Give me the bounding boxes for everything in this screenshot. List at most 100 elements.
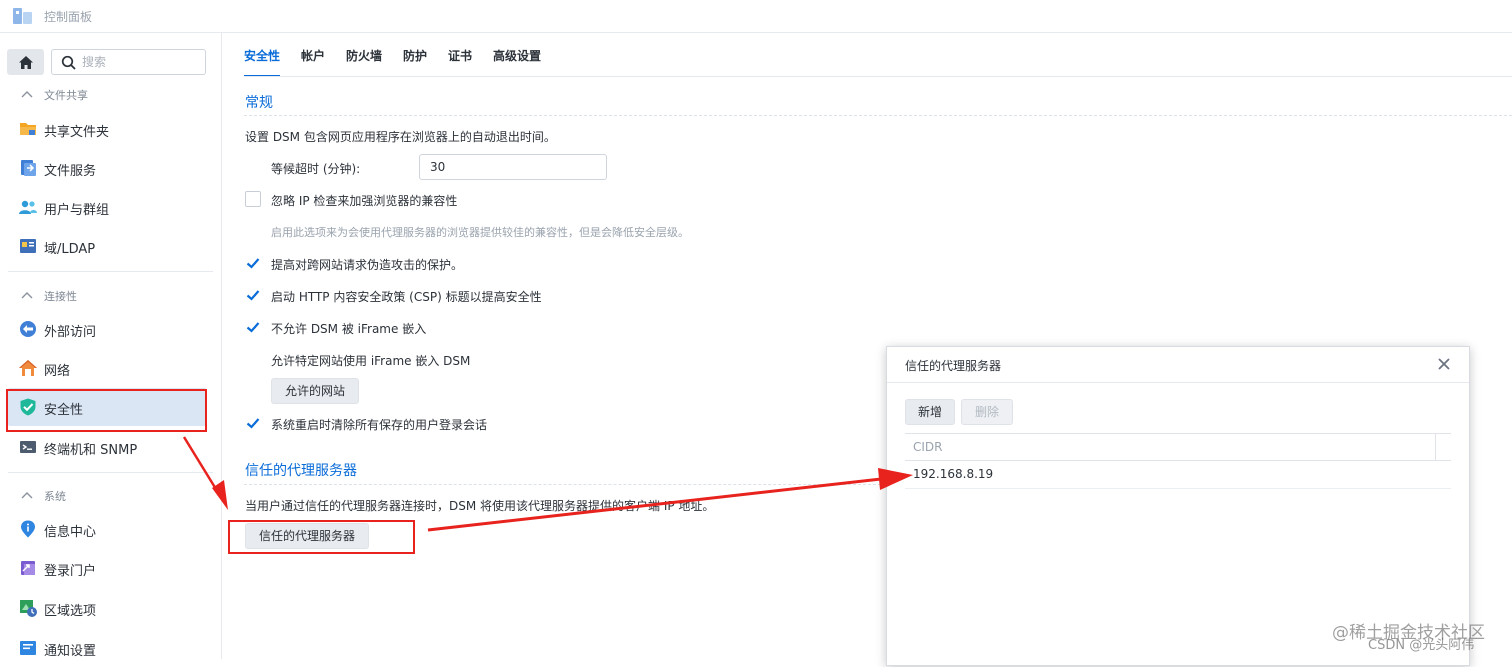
search-icon xyxy=(61,55,76,70)
tab-advanced[interactable]: 高级设置 xyxy=(493,47,541,77)
sidebar-item-label: 安全性 xyxy=(44,403,84,418)
network-home-icon xyxy=(19,360,37,376)
cidr-column-header[interactable]: CIDR xyxy=(905,433,1451,461)
trusted-proxy-button[interactable]: 信任的代理服务器 xyxy=(245,523,369,549)
tab-security[interactable]: 安全性 xyxy=(244,47,280,77)
column-separator xyxy=(1435,434,1436,460)
close-icon[interactable] xyxy=(1437,357,1451,371)
iframe-label: 不允许 DSM 被 iFrame 嵌入 xyxy=(271,322,427,336)
section-title-trusted-proxy: 信任的代理服务器 xyxy=(245,463,357,479)
checkmark-icon xyxy=(246,258,260,269)
dialog-header-divider xyxy=(887,382,1469,383)
sidebar: 文件共享 共享文件夹 文件服务 用户与群组 域/LDAP 连接性 外部访问 xyxy=(0,33,222,659)
sidebar-item-label: 共享文件夹 xyxy=(44,125,110,140)
nav-divider xyxy=(8,271,213,272)
login-portal-icon xyxy=(21,561,35,575)
notification-icon xyxy=(20,641,36,655)
nav-divider xyxy=(8,472,213,473)
ignore-ip-hint: 启用此选项来为会使用代理服务器的浏览器提供较佳的兼容性，但是会降低安全层级。 xyxy=(271,226,689,239)
window-titlebar: 控制面板 xyxy=(0,0,1512,33)
clear-sessions-label: 系统重启时清除所有保存的用户登录会话 xyxy=(271,418,488,432)
chevron-up-icon xyxy=(21,492,33,499)
file-services-icon xyxy=(21,160,36,176)
sidebar-item-shared-folder[interactable]: 共享文件夹 xyxy=(8,110,206,148)
control-panel-icon xyxy=(13,8,32,24)
dialog-title: 信任的代理服务器 xyxy=(905,359,1002,373)
chevron-up-icon xyxy=(21,91,33,98)
tab-firewall[interactable]: 防火墙 xyxy=(346,47,382,77)
ignore-ip-label: 忽略 IP 检查来加强浏览器的兼容性 xyxy=(271,194,458,208)
section-divider xyxy=(244,115,1512,116)
checkmark-icon xyxy=(246,290,260,301)
window-title: 控制面板 xyxy=(44,10,93,24)
sidebar-item-info-center[interactable]: 信息中心 xyxy=(8,510,206,548)
csrf-checkbox[interactable] xyxy=(245,255,261,271)
sidebar-item-domain-ldap[interactable]: 域/LDAP xyxy=(8,227,206,265)
tab-account[interactable]: 帐户 xyxy=(301,47,325,77)
csp-checkbox[interactable] xyxy=(245,287,261,303)
sidebar-item-label: 信息中心 xyxy=(44,525,97,540)
checkmark-icon xyxy=(246,418,260,429)
csp-label: 启动 HTTP 内容安全政策 (CSP) 标题以提高安全性 xyxy=(271,290,542,304)
nav-group-label: 系统 xyxy=(44,490,66,503)
home-button[interactable] xyxy=(7,49,44,75)
external-access-icon xyxy=(20,321,36,337)
sidebar-item-external-access[interactable]: 外部访问 xyxy=(8,310,206,348)
sidebar-item-regional-options[interactable]: 区域选项 xyxy=(8,589,206,627)
home-icon xyxy=(18,55,33,69)
clear-sessions-checkbox[interactable] xyxy=(245,415,261,431)
sidebar-item-notification[interactable]: 通知设置 xyxy=(8,629,206,667)
section-title-general: 常规 xyxy=(245,95,273,111)
trusted-proxy-description: 当用户通过信任的代理服务器连接时，DSM 将使用该代理服务器提供的客户端 IP … xyxy=(245,499,715,513)
tab-protection[interactable]: 防护 xyxy=(403,47,427,77)
nav-group-system[interactable]: 系统 xyxy=(0,482,222,510)
tabs-divider xyxy=(244,76,1512,77)
sidebar-item-label: 网络 xyxy=(44,364,71,379)
delete-button[interactable]: 删除 xyxy=(961,399,1013,425)
search-box[interactable] xyxy=(51,49,206,75)
sidebar-item-label: 外部访问 xyxy=(44,325,97,340)
nav-group-label: 连接性 xyxy=(44,290,77,303)
nav-group-label: 文件共享 xyxy=(44,89,88,102)
sidebar-item-file-services[interactable]: 文件服务 xyxy=(8,149,206,187)
terminal-icon xyxy=(20,441,36,453)
sidebar-item-label: 区域选项 xyxy=(44,604,97,619)
csrf-label: 提高对跨网站请求伪造攻击的保护。 xyxy=(271,258,464,272)
sidebar-item-label: 文件服务 xyxy=(44,164,97,179)
tab-certificate[interactable]: 证书 xyxy=(448,47,472,77)
users-icon xyxy=(19,200,37,214)
table-row[interactable]: 192.168.8.19 xyxy=(905,461,1451,489)
sidebar-item-network[interactable]: 网络 xyxy=(8,349,206,387)
timeout-input[interactable] xyxy=(419,154,607,180)
sidebar-item-users-groups[interactable]: 用户与群组 xyxy=(8,188,206,226)
iframe-allow-label: 允许特定网站使用 iFrame 嵌入 DSM xyxy=(271,354,471,368)
allowed-sites-button[interactable]: 允许的网站 xyxy=(271,378,359,404)
nav-group-file-sharing[interactable]: 文件共享 xyxy=(0,81,222,109)
sidebar-item-label: 终端机和 SNMP xyxy=(44,443,138,458)
add-button[interactable]: 新增 xyxy=(905,399,955,425)
timeout-label: 等候超时 (分钟): xyxy=(271,162,361,176)
sidebar-item-label: 用户与群组 xyxy=(44,203,110,218)
chevron-up-icon xyxy=(21,292,33,299)
logout-description: 设置 DSM 包含网页应用程序在浏览器上的自动退出时间。 xyxy=(245,130,556,144)
info-pin-icon xyxy=(21,520,35,538)
domain-icon xyxy=(20,239,36,253)
shield-icon xyxy=(20,398,36,416)
cidr-cell: 192.168.8.19 xyxy=(913,467,994,481)
ignore-ip-checkbox[interactable] xyxy=(245,191,261,207)
search-input[interactable] xyxy=(82,53,200,71)
regional-options-icon xyxy=(20,600,37,617)
folder-icon xyxy=(20,123,36,135)
sidebar-item-label: 域/LDAP xyxy=(44,242,96,257)
sidebar-item-label: 登录门户 xyxy=(44,564,97,579)
section-divider xyxy=(244,484,886,485)
nav-group-connectivity[interactable]: 连接性 xyxy=(0,282,222,310)
column-header-label: CIDR xyxy=(913,440,943,454)
sidebar-item-security[interactable]: 安全性 xyxy=(8,388,206,426)
sidebar-item-label: 通知设置 xyxy=(44,644,97,659)
sidebar-item-login-portal[interactable]: 登录门户 xyxy=(8,549,206,587)
watermark-csdn: CSDN @光头阿伟 xyxy=(1368,638,1475,653)
checkmark-icon xyxy=(246,322,260,333)
iframe-checkbox[interactable] xyxy=(245,319,261,335)
sidebar-item-terminal-snmp[interactable]: 终端机和 SNMP xyxy=(8,428,206,466)
